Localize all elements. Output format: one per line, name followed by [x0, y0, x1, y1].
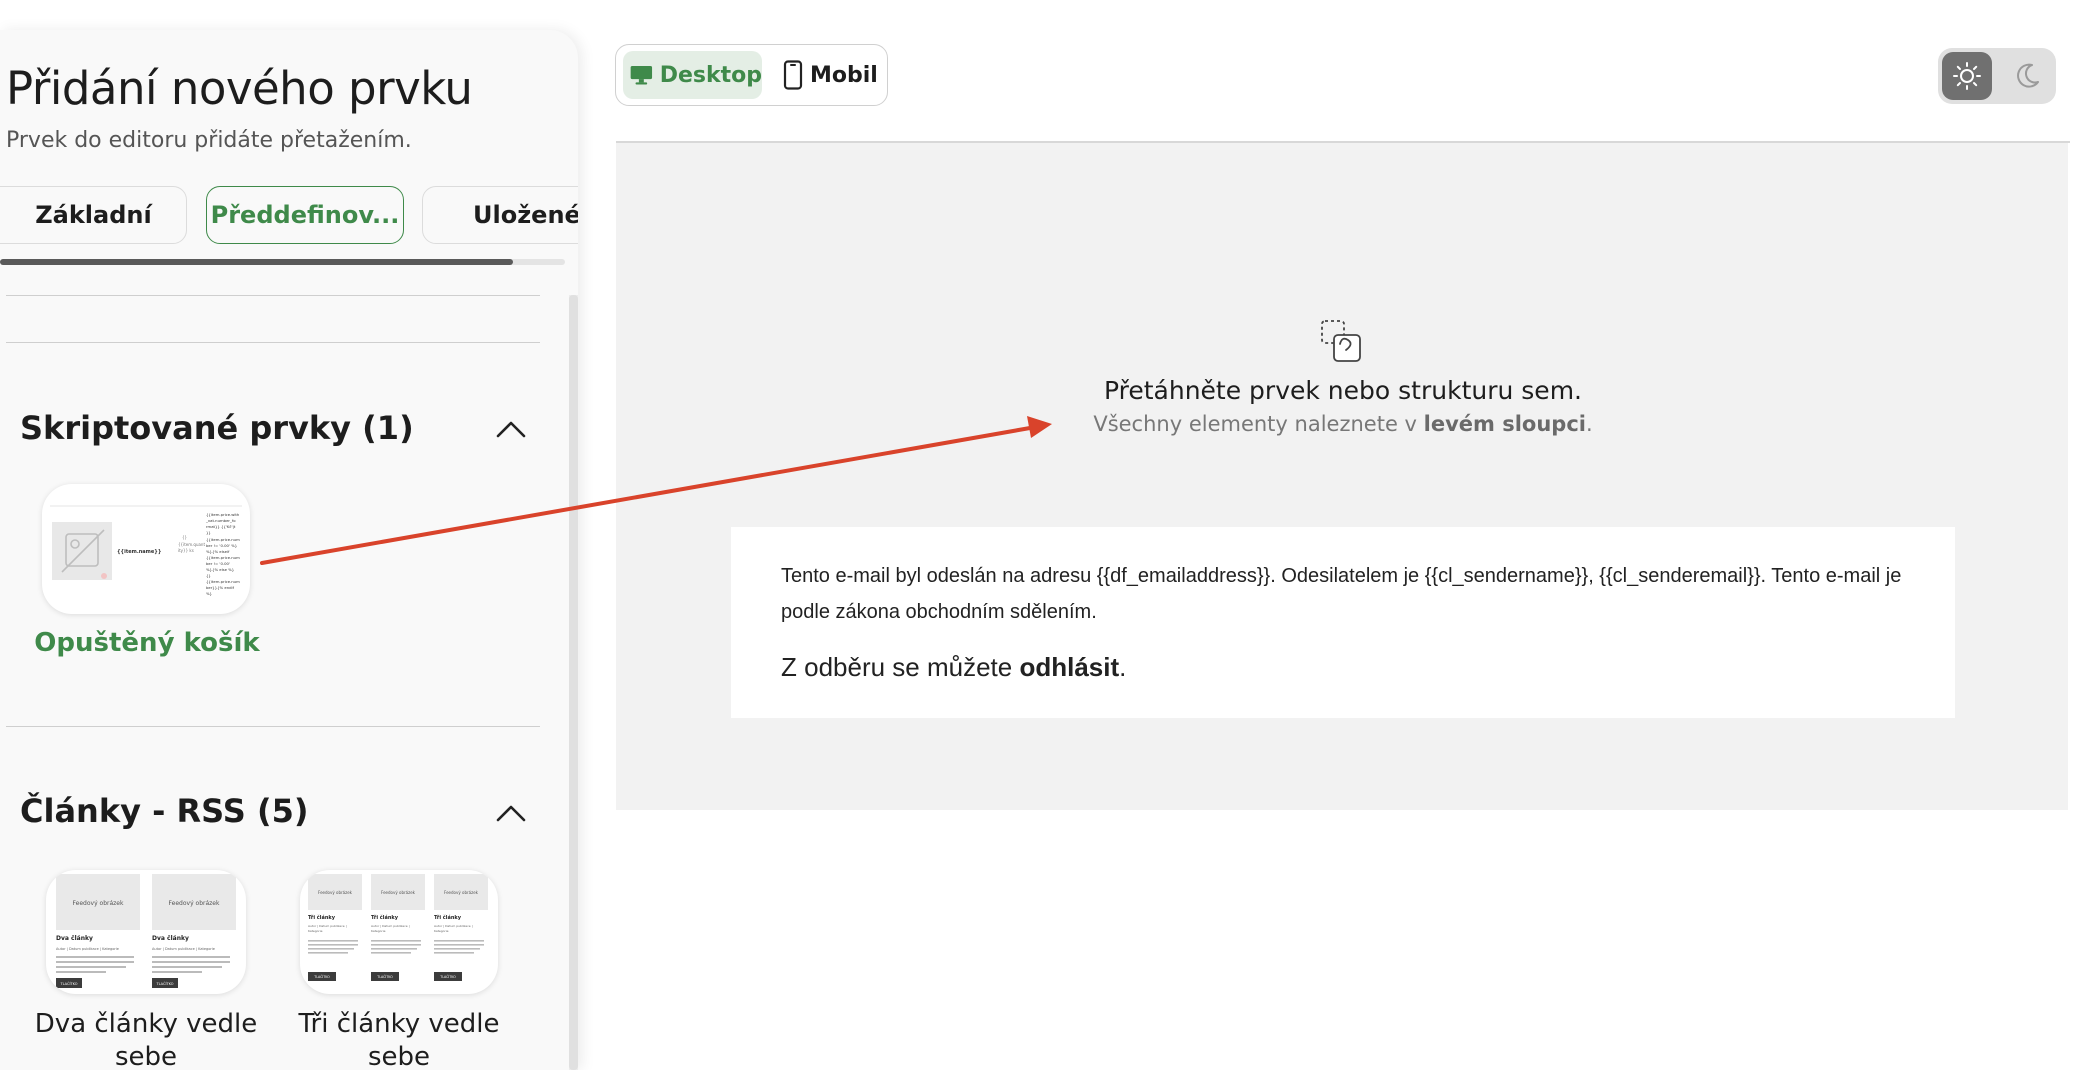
svg-text:Tři články: Tři články	[434, 914, 462, 921]
svg-text:{{item.price.num: {{item.price.num	[206, 537, 240, 542]
svg-text:TLAČÍTKO: TLAČÍTKO	[60, 981, 78, 986]
desktop-icon	[630, 65, 653, 85]
svg-text:%}{% elseif: %}{% elseif	[206, 549, 230, 554]
moon-icon	[2017, 63, 2039, 88]
svg-text:ber != '0.00' %}: ber != '0.00' %}	[206, 543, 237, 548]
tab-basic[interactable]: Základní	[0, 186, 187, 244]
svg-text:Autor | Datum publikace | Kate: Autor | Datum publikace | Kategorie	[152, 947, 215, 951]
three-articles-label[interactable]: Tři články vedle sebe	[278, 1008, 520, 1070]
svg-text:{{item.quant: {{item.quant	[178, 542, 205, 547]
svg-text:{{item.name}}: {{item.name}}	[117, 549, 161, 555]
tabs-scrollbar-thumb[interactable]	[0, 259, 513, 265]
desktop-label: Desktop	[659, 62, 762, 88]
divider	[6, 342, 540, 343]
panel-scrollbar-thumb[interactable]	[569, 295, 578, 1070]
svg-text:Kategorie: Kategorie	[308, 929, 323, 933]
mobile-phone-icon	[783, 60, 803, 90]
drag-drop-icon	[1321, 320, 1361, 362]
divider	[6, 295, 540, 296]
svg-text:ity}} ks: ity}} ks	[178, 548, 194, 553]
desktop-view-button[interactable]: Desktop	[623, 51, 762, 99]
dark-theme-button[interactable]	[2002, 52, 2052, 100]
svg-text:TLAČÍTKO: TLAČÍTKO	[376, 974, 393, 979]
svg-text:Autor | Datum publikace | Kate: Autor | Datum publikace | Kategorie	[56, 947, 119, 951]
mobile-view-button[interactable]: Mobil	[776, 51, 886, 99]
svg-text:%}{% else %}: %}{% else %}	[206, 567, 234, 572]
sun-icon	[1953, 62, 1981, 90]
svg-text:Feedový obrázek: Feedový obrázek	[73, 900, 124, 907]
svg-text:{{item.price.num: {{item.price.num	[206, 579, 240, 584]
divider	[6, 726, 540, 727]
section-title-rss: Články - RSS (5)	[20, 792, 309, 830]
svg-text:Feedový obrázek: Feedový obrázek	[318, 890, 353, 895]
svg-text:TLAČÍTKO: TLAČÍTKO	[156, 981, 174, 986]
three-articles-thumbnail[interactable]: Feedový obrázek Tři články Autor | Datum…	[300, 870, 498, 994]
svg-text:_vat.number_fo: _vat.number_fo	[205, 518, 236, 523]
panel-title: Přidání nového prvku	[6, 62, 473, 115]
svg-text:TLAČÍTKO: TLAČÍTKO	[439, 974, 456, 979]
svg-text:ber != '0.00': ber != '0.00'	[206, 561, 230, 566]
svg-text:Kategorie: Kategorie	[371, 929, 386, 933]
drop-zone-hint: Všechny elementy naleznete v levém sloup…	[1093, 412, 1593, 436]
device-view-toggle: Desktop Mobil	[615, 44, 888, 106]
light-theme-button[interactable]	[1942, 52, 1992, 100]
svg-text:{{item.price.with: {{item.price.with	[206, 512, 240, 517]
svg-text:Feedový obrázek: Feedový obrázek	[444, 890, 479, 895]
unsubscribe-line: Z odběru se můžete odhlásit.	[781, 652, 1127, 682]
svg-text:ber}}{% endif: ber}}{% endif	[206, 585, 235, 590]
svg-text:Feedový obrázek: Feedový obrázek	[169, 900, 220, 907]
two-articles-thumbnail[interactable]: Feedový obrázek Dva články Autor | Datum…	[46, 870, 246, 994]
chevron-up-icon[interactable]	[496, 418, 526, 438]
svg-text:Autor | Datum publikace |: Autor | Datum publikace |	[371, 924, 410, 928]
svg-text:Dva články: Dva články	[152, 935, 189, 942]
svg-text:{}: {}	[206, 573, 211, 578]
svg-text:%}: %}	[206, 591, 212, 596]
drop-zone-title: Přetáhněte prvek nebo strukturu sem.	[1103, 376, 1582, 405]
theme-toggle	[1938, 48, 2056, 104]
svg-text:Autor | Datum publikace |: Autor | Datum publikace |	[308, 924, 347, 928]
unsubscribe-link[interactable]: odhlásit	[1019, 652, 1119, 682]
svg-text:Dva články: Dva články	[56, 935, 93, 942]
mobile-label: Mobil	[810, 62, 878, 88]
tab-predefined[interactable]: Předdefinov...	[206, 186, 404, 244]
two-articles-label[interactable]: Dva články vedle sebe	[22, 1008, 270, 1070]
section-title-scripted: Skriptované prvky (1)	[20, 409, 414, 447]
abandoned-cart-thumbnail[interactable]: {{item.name}} {} {{item.quant ity}} ks {…	[42, 484, 250, 614]
panel-subtitle: Prvek do editoru přidáte přetažením.	[6, 128, 412, 153]
abandoned-cart-label[interactable]: Opuštěný košík	[22, 627, 272, 660]
svg-text:Autor | Datum publikace |: Autor | Datum publikace |	[434, 924, 473, 928]
chevron-up-icon[interactable]	[496, 802, 526, 822]
svg-text:Feedový obrázek: Feedový obrázek	[381, 890, 416, 895]
legal-footer-text: Tento e-mail byl odeslán na adresu {{df_…	[781, 565, 1902, 623]
svg-text:Tři články: Tři články	[371, 914, 399, 921]
svg-text:rmat}} {{'Kč'|t: rmat}} {{'Kč'|t	[206, 524, 236, 529]
svg-text:}}: }}	[206, 530, 211, 535]
svg-text:TLAČÍTKO: TLAČÍTKO	[313, 974, 330, 979]
tab-saved[interactable]: Uložené	[422, 186, 578, 244]
svg-text:{{item.price.num: {{item.price.num	[206, 555, 240, 560]
element-panel: Přidání nového prvku Prvek do editoru př…	[0, 30, 578, 1070]
svg-text:{}: {}	[182, 535, 188, 540]
svg-text:Kategorie: Kategorie	[434, 929, 449, 933]
svg-text:Tři články: Tři články	[308, 914, 336, 921]
